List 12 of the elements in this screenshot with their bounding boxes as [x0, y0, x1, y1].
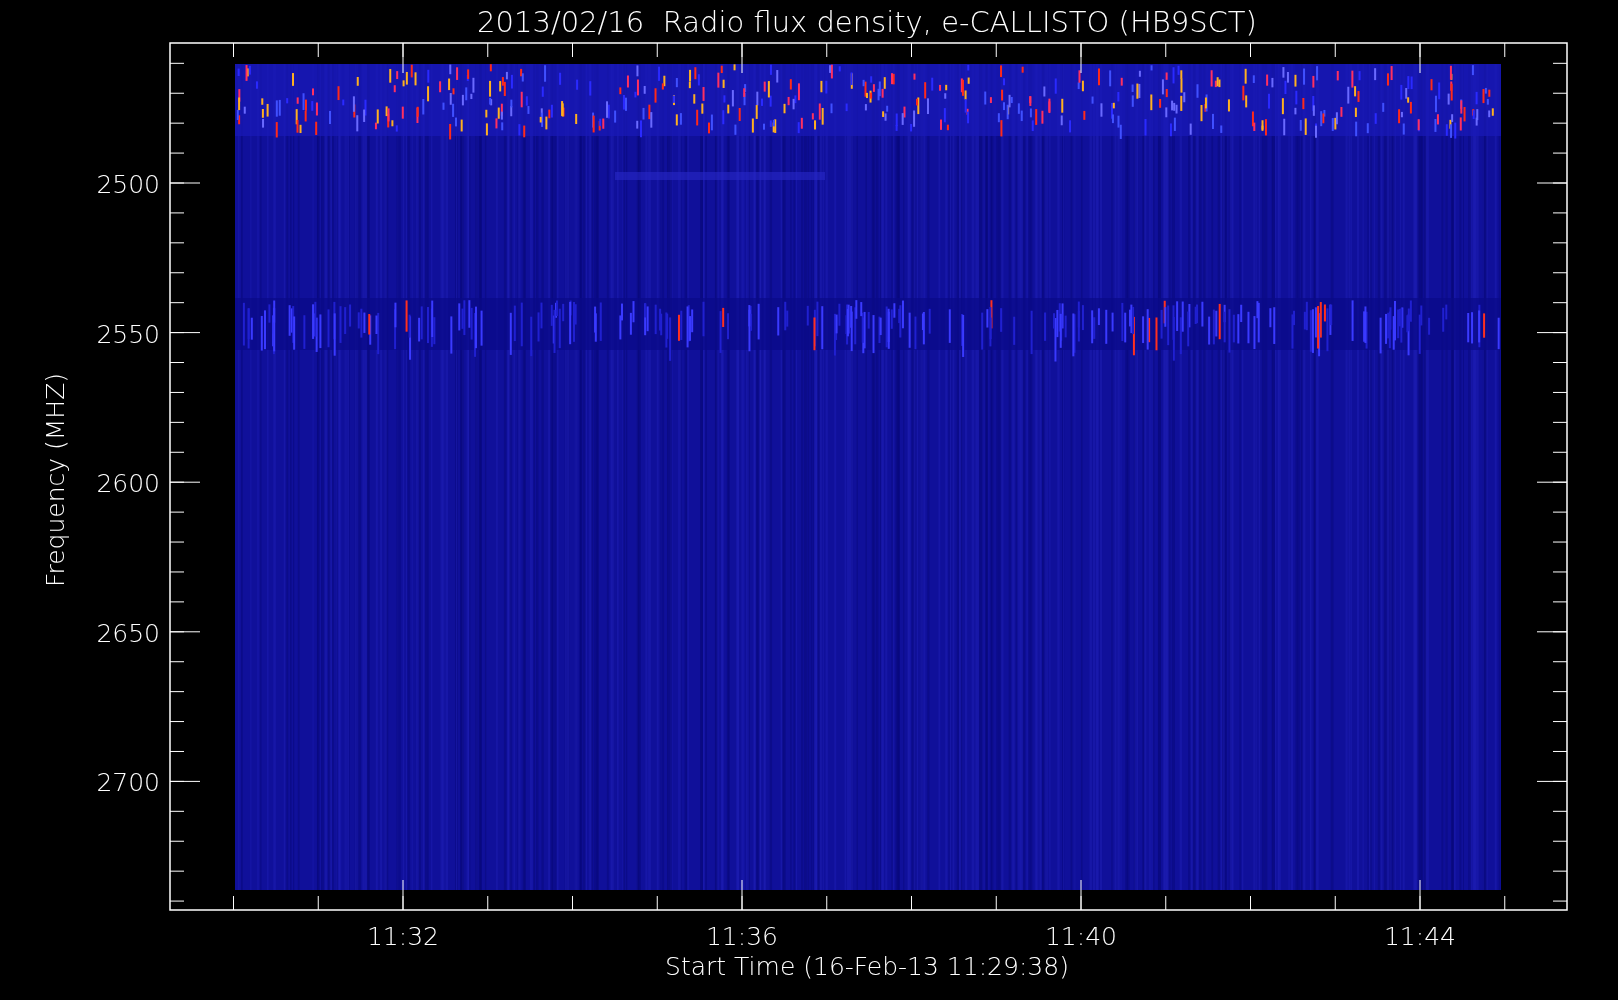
y-tick-label: 2650	[96, 618, 160, 648]
x-tick-label: 11:36	[706, 922, 778, 951]
y-axis-title: Frequency (MHZ)	[41, 372, 70, 588]
y-tick-label: 2600	[96, 469, 160, 499]
y-tick-label: 2700	[96, 768, 160, 798]
chart-title: 2013/02/16 Radio flux density, e-CALLISTO (HB9SCT)	[477, 5, 1257, 39]
y-tick-label: 2550	[96, 319, 160, 349]
x-axis-title: Start Time (16-Feb-13 11:29:38)	[665, 952, 1069, 981]
y-tick-label: 2500	[96, 170, 160, 199]
x-tick-label: 11:40	[1045, 922, 1117, 951]
x-tick-label: 11:32	[367, 922, 439, 951]
x-tick-label: 11:44	[1384, 922, 1456, 951]
